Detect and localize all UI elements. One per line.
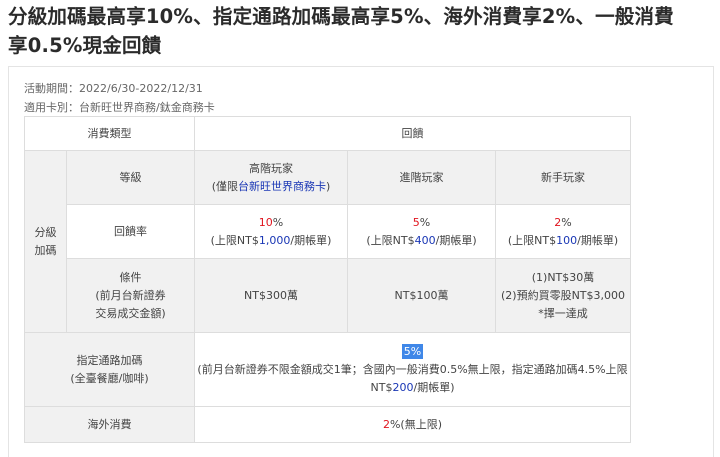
condition-row: 條件 (前月台新證券 交易成交金額) NT$300萬 NT$100萬 (1)NT… [24,258,632,333]
tier-mid: 進階玩家 [347,150,496,205]
rate-label: 回饋率 [66,204,195,259]
condition-mid: NT$100萬 [347,258,496,333]
overseas-label: 海外消費 [24,406,195,443]
table-header-row: 消費類型 回饋 [24,116,632,151]
condition-new: (1)NT$30萬 (2)預約買零股NT$3,000 *擇一達成 [494,258,632,333]
overseas-reward: 2%(無上限) [193,406,632,443]
tier-level-row: 分級 加碼 等級 高階玩家 (僅限台新旺世界商務卡) 進階玩家 新手玩家 [24,150,632,333]
campaign-period: 活動期間：2022/6/30-2022/12/31 [24,82,203,95]
rewards-table: 消費類型 回饋 分級 加碼 等級 高階玩家 (僅限台新旺世界商務卡) 進階玩家 … [24,116,632,443]
header-reward: 回饋 [193,116,632,151]
level-label: 等級 [66,150,195,205]
tier-new: 新手玩家 [494,150,632,205]
reward-rate-row: 回饋率 10% (上限NT$1,000/期帳單) 5% (上限NT$400/期帳… [25,204,632,259]
tier-group-label: 分級 加碼 [24,150,67,333]
page-headline: 分級加碼最高享10%、指定通路加碼最高享5%、海外消費享2%、一般消費 享0.5… [8,2,720,60]
headline-line-1: 分級加碼最高享10%、指定通路加碼最高享5%、海外消費享2%、一般消費 [8,5,674,28]
condition-label: 條件 (前月台新證券 交易成交金額) [66,258,195,333]
overseas-row: 海外消費 2%(無上限) [24,406,632,443]
tier-high: 高階玩家 (僅限台新旺世界商務卡) [194,150,348,205]
rate-mid: 5% (上限NT$400/期帳單) [347,204,496,259]
channel-reward: 5% (前月台新證券不限金額成交1筆；含國內一般消費0.5%無上限，指定通路加碼… [193,332,632,407]
rate-high: 10% (上限NT$1,000/期帳單) [194,204,348,259]
eligible-cards: 適用卡別：台新旺世界商務/鈦金商務卡 [24,101,215,114]
channel-row: 指定通路加碼 (全臺餐廳/咖啡) 5% (前月台新證券不限金額成交1筆；含國內一… [24,332,632,407]
channel-label: 指定通路加碼 (全臺餐廳/咖啡) [24,332,195,407]
rate-new: 2% (上限NT$100/期帳單) [494,204,632,259]
headline-line-2: 享0.5%現金回饋 [8,34,162,57]
card-name-link[interactable]: 台新旺世界商務卡 [238,180,326,193]
header-category: 消費類型 [24,116,195,151]
channel-rate: 5% [401,343,424,359]
condition-high: NT$300萬 [194,258,348,333]
